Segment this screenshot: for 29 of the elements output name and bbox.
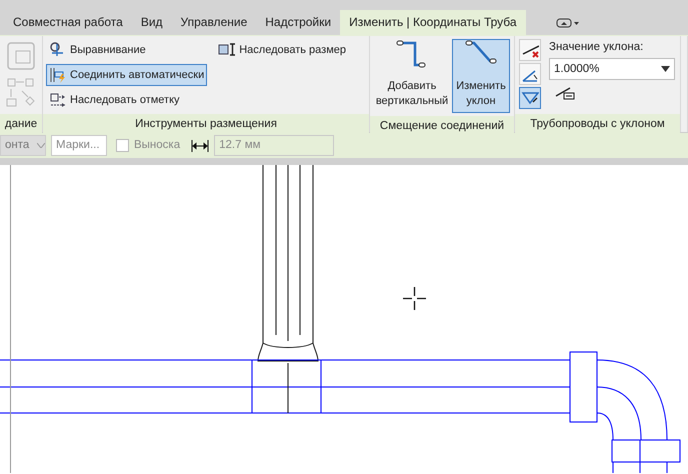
ribbon-tab[interactable]: Управление — [172, 10, 256, 35]
panel-label: дание — [0, 114, 42, 134]
checkbox-label: Выноска — [134, 138, 180, 153]
checkbox[interactable] — [116, 139, 129, 152]
tool-button[interactable] — [519, 39, 541, 61]
tool-button[interactable]: Изменить уклон — [452, 39, 510, 113]
dropdown-arrow-icon — [661, 66, 670, 72]
lightning-icon — [49, 66, 67, 84]
ribbon-tab[interactable]: Изменить | Координаты Труба — [340, 10, 526, 35]
slope-dropdown[interactable]: 1.0000% — [549, 58, 675, 80]
slope-label: Значение уклона: — [549, 40, 644, 55]
tool-button[interactable]: Наследовать отметку — [46, 89, 208, 111]
panel-label: Смещение соединений — [370, 116, 514, 136]
elevation-icon — [49, 91, 67, 109]
tool-button[interactable]: Выравнивание — [46, 39, 208, 61]
ribbon-tab[interactable]: Надстройки — [256, 10, 340, 35]
panel-label: Трубопроводы с уклоном — [515, 114, 680, 134]
dimension-icon — [191, 140, 210, 152]
mark-field[interactable]: Марки... — [51, 135, 107, 156]
ribbon-tab[interactable]: Вид — [132, 10, 172, 35]
caret-icon — [37, 143, 46, 148]
slope-annotation-icon — [555, 86, 575, 100]
tool-button[interactable]: Соединить автоматически — [46, 64, 208, 86]
caret-icon — [556, 16, 580, 29]
crosshair-cursor-icon — [403, 287, 426, 310]
tool-button[interactable]: Наследовать размер — [215, 39, 350, 61]
tool-button[interactable]: Добавить вертикальный — [374, 39, 450, 113]
panel-label: Инструменты размещения — [43, 114, 369, 134]
ribbon-tab[interactable]: Совместная работа — [4, 10, 132, 35]
